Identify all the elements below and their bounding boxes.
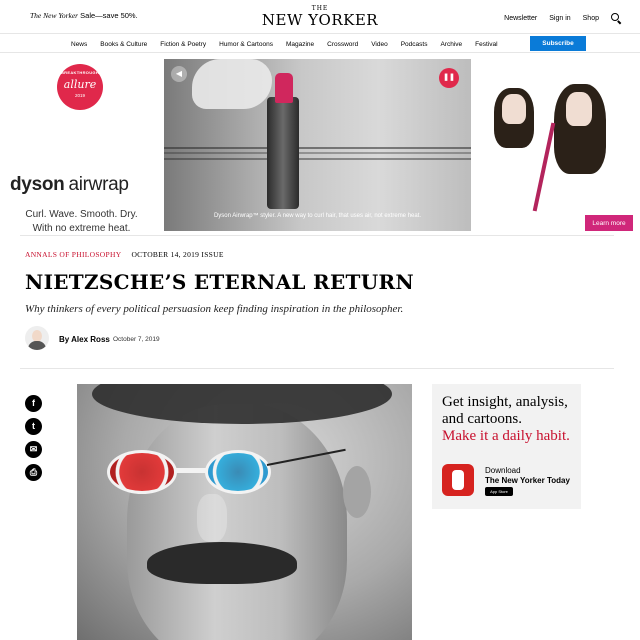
publish-date: October 7, 2019 (113, 336, 160, 343)
top-links: Newsletter Sign in Shop (504, 13, 622, 25)
ad-video[interactable]: ◀ ❚❚ Dyson Airwrap™ styler. A new way to… (164, 59, 471, 231)
blue-lens (205, 450, 271, 494)
author-avatar[interactable] (25, 326, 49, 350)
nav-item-podcasts[interactable]: Podcasts (401, 41, 428, 48)
divider (20, 368, 614, 369)
portrait-mustache (147, 542, 297, 584)
top-bar: The New Yorker Sale—save 50%. THE NEW YO… (0, 0, 640, 34)
badge-brand: allure (63, 78, 97, 91)
nav-item-video[interactable]: Video (371, 41, 388, 48)
author-byline[interactable]: By Alex Ross (59, 335, 110, 344)
styler-wand (532, 122, 556, 212)
app-store-badge[interactable]: App Store (485, 487, 513, 496)
ad-models-image (472, 58, 640, 232)
hand-image (192, 59, 272, 109)
nav-item-news[interactable]: News (71, 41, 87, 48)
styler-top-image (275, 73, 293, 103)
mute-icon[interactable]: ◀ (171, 66, 187, 82)
portrait-hair (92, 384, 392, 424)
subscribe-button[interactable]: Subscribe (530, 36, 586, 51)
brand-name: dyson (10, 174, 65, 195)
nav-item-books-culture[interactable]: Books & Culture (100, 41, 147, 48)
promo-cta: Make it a daily habit. (442, 428, 570, 444)
download-label: Download (485, 466, 521, 475)
nav-item-magazine[interactable]: Magazine (286, 41, 314, 48)
hair-strand (164, 158, 471, 160)
nav-item-archive[interactable]: Archive (440, 41, 462, 48)
app-icon[interactable] (442, 464, 474, 496)
section-link[interactable]: ANNALS OF PHILOSOPHY (25, 250, 121, 259)
nav-item-crossword[interactable]: Crossword (327, 41, 358, 48)
article-dek: Why thinkers of every political persuasi… (25, 303, 404, 315)
nav-items: News Books & Culture Fiction & Poetry Humor… (71, 34, 498, 54)
article-headline: NIETZSCHE’S ETERNAL RETURN (25, 270, 414, 294)
nav-item-fiction-poetry[interactable]: Fiction & Poetry (160, 41, 206, 48)
hair-strand (164, 147, 471, 149)
main-nav: News Books & Culture Fiction & Poetry Humor… (0, 33, 640, 53)
allure-award-badge: BREAKTHROUGH allure 2019 (57, 64, 103, 110)
dyson-ad[interactable]: BREAKTHROUGH allure 2019 dyson airwrap Cu… (0, 58, 640, 234)
glasses-bridge (174, 468, 208, 473)
twitter-icon[interactable]: t (25, 418, 42, 435)
app-promo[interactable]: Get insight, analysis, and cartoons. Mak… (432, 384, 581, 509)
ad-left-panel: BREAKTHROUGH allure 2019 dyson airwrap Cu… (0, 58, 163, 234)
ad-brand-logo: dyson airwrap (10, 174, 129, 196)
promo-headline: Get insight, analysis, and cartoons. (442, 394, 568, 427)
newsletter-link[interactable]: Newsletter (504, 15, 537, 22)
portrait-ear (343, 466, 371, 518)
app-name: The New Yorker Today (485, 476, 570, 485)
portrait-nose (197, 494, 227, 542)
red-lens (107, 450, 177, 494)
product-name: airwrap (68, 174, 129, 195)
hero-illustration (77, 384, 412, 640)
divider (20, 235, 614, 236)
model-face (566, 92, 592, 126)
shop-link[interactable]: Shop (583, 15, 599, 22)
email-icon[interactable]: ✉ (25, 441, 42, 458)
facebook-icon[interactable]: f (25, 395, 42, 412)
styler-image (267, 97, 299, 209)
issue-link[interactable]: OCTOBER 14, 2019 ISSUE (131, 250, 223, 259)
nav-item-festival[interactable]: Festival (475, 41, 497, 48)
ad-caption: Dyson Airwrap™ styler. A new way to curl… (213, 213, 422, 219)
badge-year: 2019 (74, 93, 85, 98)
portrait-face (127, 404, 347, 640)
nav-item-humor-cartoons[interactable]: Humor & Cartoons (219, 41, 273, 48)
model-face (502, 94, 526, 124)
learn-more-button[interactable]: Learn more (585, 215, 633, 231)
ad-tagline-1: Curl. Wave. Smooth. Dry. (25, 209, 138, 220)
badge-label: BREAKTHROUGH (60, 70, 100, 75)
ad-tagline-2: With no extreme heat. (32, 223, 131, 234)
pause-icon[interactable]: ❚❚ (439, 68, 459, 88)
search-icon[interactable] (611, 13, 622, 25)
print-icon[interactable]: ⎙ (25, 464, 42, 481)
hair-strand (164, 152, 471, 154)
sign-in-link[interactable]: Sign in (549, 15, 570, 22)
article-rubric: ANNALS OF PHILOSOPHY OCTOBER 14, 2019 ISS… (25, 250, 224, 259)
